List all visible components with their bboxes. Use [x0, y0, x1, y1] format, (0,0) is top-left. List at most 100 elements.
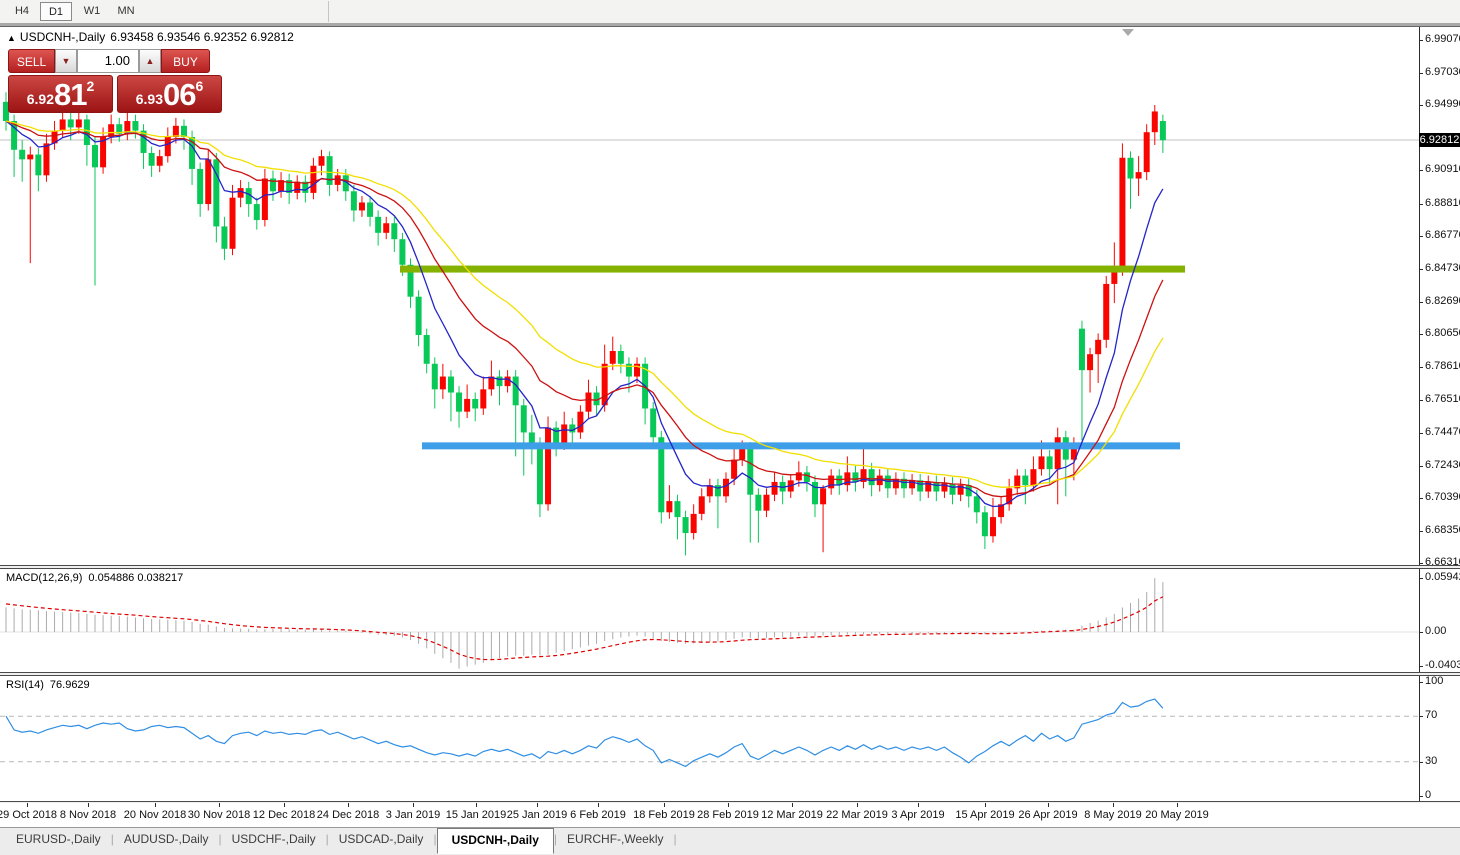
date-tick-label: 26 Apr 2019 — [1018, 809, 1078, 821]
one-click-trade-panel: SELL ▼ 1.00 ▲ BUY 6.92 81 2 6.93 06 6 — [8, 49, 222, 113]
price-tick: 6.88810 — [1425, 197, 1460, 209]
chart-macd-splitter[interactable] — [0, 565, 1460, 569]
chart-tab-eurusd-daily[interactable]: EURUSD-,Daily — [6, 828, 111, 851]
price-tick: 6.74470 — [1425, 426, 1460, 438]
price-tick-dash — [1419, 73, 1423, 74]
chart-tab-usdcnh-daily[interactable]: USDCNH-,Daily — [436, 828, 554, 854]
date-tick-label: 8 Nov 2018 — [59, 809, 117, 821]
buy-button[interactable]: BUY — [161, 49, 210, 73]
date-tick-dash — [88, 803, 89, 807]
date-tick-label: 29 Oct 2018 — [0, 809, 57, 821]
date-tick-dash — [219, 803, 220, 807]
price-tick-dash — [1419, 466, 1423, 467]
price-tick-dash — [1419, 400, 1423, 401]
date-tick-dash — [413, 803, 414, 807]
price-tick: 6.90910 — [1425, 163, 1460, 175]
price-tick: 6.86770 — [1425, 229, 1460, 241]
price-tick-dash — [1419, 204, 1423, 205]
date-tick-dash — [1048, 803, 1049, 807]
chart-tab-usdcad-daily[interactable]: USDCAD-,Daily — [329, 828, 434, 851]
price-tick-dash — [1419, 236, 1423, 237]
macd-tick-dash — [1419, 578, 1423, 579]
price-tick: 6.70390 — [1425, 491, 1460, 503]
timeframe-h4-button[interactable]: H4 — [6, 2, 38, 21]
sell-price-display[interactable]: 6.92 81 2 — [8, 75, 113, 113]
chart-tab-eurchf-weekly[interactable]: EURCHF-,Weekly — [557, 828, 673, 851]
collapse-triangle-icon[interactable]: ▲ — [7, 33, 16, 43]
date-axis[interactable]: 29 Oct 2018 8 Nov 2018 20 Nov 2018 30 Nov 2… — [0, 803, 1460, 826]
macd-tick: 0.00 — [1425, 625, 1447, 637]
symbol-ohlc-values: 6.93458 6.93546 6.92352 6.92812 — [110, 30, 294, 44]
date-tick-dash — [598, 803, 599, 807]
price-tick-dash — [1419, 334, 1423, 335]
macd-tick: -0.040371 — [1425, 659, 1460, 671]
timeframe-w1-button[interactable]: W1 — [76, 2, 108, 21]
date-tick-dash — [537, 803, 538, 807]
price-tick-dash — [1419, 367, 1423, 368]
sell-price-sup: 2 — [86, 78, 95, 94]
symbol-ohlc-line: ▲ USDCNH-,Daily 6.93458 6.93546 6.92352 6.… — [7, 30, 299, 44]
rsi-label: RSI(14) 76.9629 — [6, 679, 90, 691]
sell-price-small: 6.92 — [26, 91, 54, 107]
price-tick-dash — [1419, 269, 1423, 270]
tab-separator: | — [673, 832, 677, 846]
buy-price-sup: 6 — [195, 78, 204, 94]
date-tick-label: 30 Nov 2018 — [187, 809, 251, 821]
date-tick-dash — [664, 803, 665, 807]
rsi-tick: 0 — [1425, 789, 1432, 801]
date-tick-label: 24 Dec 2018 — [316, 809, 380, 821]
price-tick: 6.68350 — [1425, 524, 1460, 536]
volume-increase-button[interactable]: ▲ — [139, 49, 161, 73]
price-tick: 6.72430 — [1425, 459, 1460, 471]
price-tick: 6.97030 — [1425, 66, 1460, 78]
price-tick: 6.99070 — [1425, 33, 1460, 45]
date-tick-dash — [857, 803, 858, 807]
date-tick-dash — [918, 803, 919, 807]
date-tick-dash — [155, 803, 156, 807]
mt4-window: H4 D1 W1 MN ▲ USDCNH-,Daily 6.93458 6.9354… — [0, 0, 1460, 855]
rsi-tick: 30 — [1425, 755, 1438, 767]
chart-shift-marker-icon[interactable] — [1122, 29, 1134, 36]
price-tick: 6.80650 — [1425, 327, 1460, 339]
timeframe-d1-button[interactable]: D1 — [40, 2, 72, 21]
date-tick-label: 6 Feb 2019 — [570, 809, 626, 821]
price-tick-dash — [1419, 40, 1423, 41]
price-tick-dash — [1419, 433, 1423, 434]
date-tick-label: 15 Apr 2019 — [955, 809, 1015, 821]
date-tick-label: 22 Mar 2019 — [826, 809, 888, 821]
date-tick-label: 3 Jan 2019 — [385, 809, 441, 821]
date-tick-label: 8 May 2019 — [1084, 809, 1142, 821]
price-tick-dash — [1419, 531, 1423, 532]
chart-tab-usdchf-daily[interactable]: USDCHF-,Daily — [222, 828, 326, 851]
macd-tick-dash — [1419, 666, 1423, 667]
toolbar-edge — [0, 23, 1460, 27]
rsi-tick: 70 — [1425, 709, 1438, 721]
volume-decrease-button[interactable]: ▼ — [55, 49, 77, 73]
buy-price-big: 06 — [162, 77, 196, 112]
date-tick-label: 25 Jan 2019 — [506, 809, 568, 821]
macd-rsi-splitter[interactable] — [0, 672, 1460, 676]
sell-button[interactable]: SELL — [8, 49, 55, 73]
price-tick-dash — [1419, 563, 1423, 564]
symbol-name: USDCNH-,Daily — [19, 30, 106, 44]
sell-price-big: 81 — [53, 77, 87, 112]
rsi-bottom-border — [0, 801, 1460, 803]
date-tick-dash — [476, 803, 477, 807]
price-tick-dash — [1419, 170, 1423, 171]
date-tick-dash — [1177, 803, 1178, 807]
date-tick-label: 12 Dec 2018 — [252, 809, 316, 821]
rsi-tick: 100 — [1425, 675, 1444, 687]
date-tick-dash — [284, 803, 285, 807]
volume-input[interactable]: 1.00 — [77, 49, 139, 73]
buy-price-display[interactable]: 6.93 06 6 — [117, 75, 222, 113]
macd-tick: 0.059422 — [1425, 571, 1460, 583]
timeframe-mn-button[interactable]: MN — [110, 2, 142, 21]
macd-label: MACD(12,26,9) 0.054886 0.038217 — [6, 572, 184, 584]
chart-tab-bar: EURUSD-,Daily | AUDUSD-,Daily | USDCHF-,Dail… — [0, 827, 1460, 855]
date-tick-label: 12 Mar 2019 — [761, 809, 823, 821]
price-tick: 6.66310 — [1425, 556, 1460, 568]
date-tick-label: 3 Apr 2019 — [891, 809, 945, 821]
rsi-tick-dash — [1419, 762, 1423, 763]
chart-tab-audusd-daily[interactable]: AUDUSD-,Daily — [114, 828, 219, 851]
rsi-tick-dash — [1419, 796, 1423, 797]
